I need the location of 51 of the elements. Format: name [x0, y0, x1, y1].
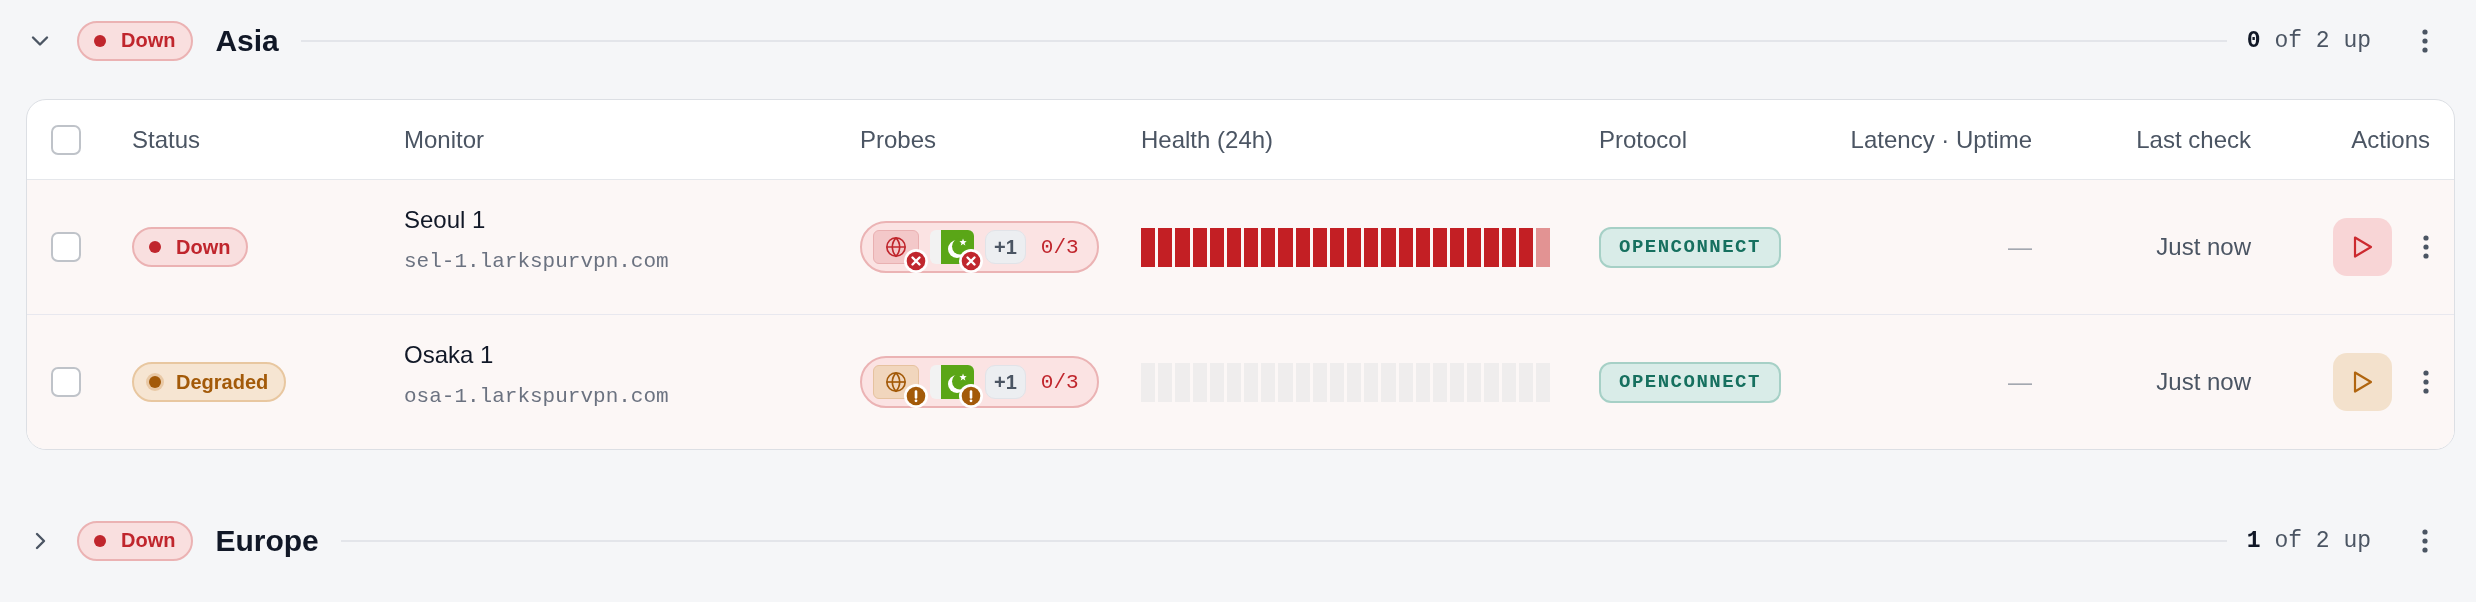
- extra-probe-count: +1: [985, 230, 1026, 264]
- globe-icon: [885, 236, 907, 258]
- status-dot-icon: [94, 534, 106, 547]
- column-header: Monitor: [404, 125, 485, 153]
- monitor-name[interactable]: Osaka 1: [404, 340, 494, 370]
- status-dot-icon: [149, 376, 161, 388]
- play-icon: [2351, 235, 2374, 259]
- last-check-time: Just now: [2156, 368, 2251, 395]
- extra-probe-count: +1: [985, 365, 1026, 399]
- latency-value: —: [2008, 233, 2032, 260]
- play-icon: [2351, 370, 2374, 394]
- latency-value: —: [2008, 368, 2032, 395]
- protocol-tag: OPENCONNECT: [1599, 226, 1781, 268]
- status-label: Down: [121, 529, 176, 552]
- last-check-time: Just now: [2156, 233, 2251, 260]
- column-header: Probes: [860, 125, 937, 153]
- globe-icon: [885, 371, 907, 393]
- row-checkbox[interactable]: [51, 232, 81, 262]
- column-header: Health (24h): [1141, 125, 1274, 153]
- up-count: 1 of 2 up: [2246, 527, 2371, 554]
- run-check-button[interactable]: [2333, 353, 2392, 411]
- column-header: Last check: [2136, 125, 2251, 153]
- status-label: Degraded: [176, 370, 269, 394]
- column-header: Protocol: [1599, 125, 1688, 153]
- status-label: Down: [176, 235, 231, 259]
- cross-badge-icon: [959, 249, 983, 273]
- more-icon[interactable]: [2422, 28, 2428, 53]
- monitor-host: osa-1.larkspurvpn.com: [404, 384, 669, 410]
- column-header: Status: [132, 125, 201, 153]
- more-icon[interactable]: [2423, 235, 2429, 259]
- status-dot-icon: [149, 241, 161, 253]
- up-count: 0 of 2 up: [2246, 27, 2371, 54]
- probe-ratio: 0/3: [1040, 235, 1079, 259]
- status-label: Down: [121, 29, 176, 52]
- column-header: Latency · Uptime: [1850, 125, 2032, 153]
- exclamation-badge-icon: [904, 384, 928, 408]
- group-title: Europe: [215, 523, 319, 558]
- exclamation-badge-icon: [959, 384, 983, 408]
- more-icon[interactable]: [2422, 528, 2428, 553]
- cross-badge-icon: [904, 249, 928, 273]
- monitor-name[interactable]: Seoul 1: [404, 205, 486, 235]
- protocol-tag: OPENCONNECT: [1599, 361, 1781, 403]
- column-header: Actions: [2351, 125, 2430, 153]
- select-all-checkbox[interactable]: [51, 124, 81, 155]
- monitor-host: sel-1.larkspurvpn.com: [404, 249, 669, 275]
- run-check-button[interactable]: [2333, 218, 2392, 276]
- row-checkbox[interactable]: [51, 367, 81, 397]
- more-icon[interactable]: [2423, 370, 2429, 394]
- group-title: Asia: [215, 23, 279, 58]
- probe-ratio: 0/3: [1040, 370, 1079, 394]
- status-dot-icon: [94, 34, 106, 47]
